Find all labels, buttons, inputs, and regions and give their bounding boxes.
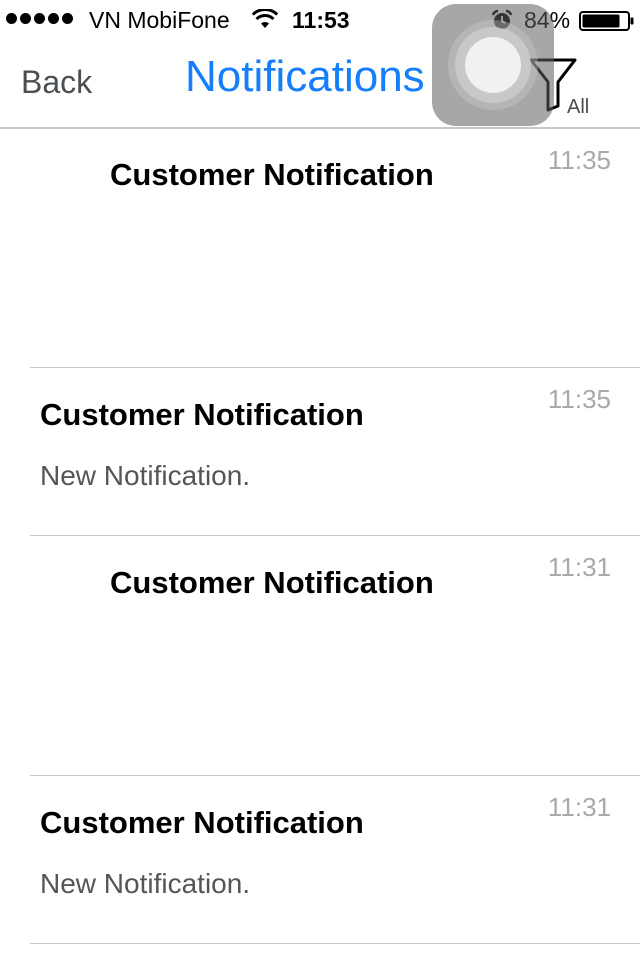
signal-strength-icon [6, 13, 73, 24]
notification-title: Customer Notification [110, 157, 434, 192]
filter-label: All [567, 96, 590, 118]
notification-item[interactable]: Customer Notification 11:31 New Notifica… [0, 776, 640, 944]
notification-item[interactable]: Customer Notification 11:35 [0, 129, 640, 368]
carrier-name: VN MobiFone [89, 7, 230, 33]
notification-title: Customer Notification [40, 805, 364, 840]
battery-icon [579, 11, 634, 31]
wifi-icon [252, 9, 278, 28]
notification-list: Customer Notification 11:35 Customer Not… [0, 129, 640, 944]
notification-title: Customer Notification [110, 565, 434, 600]
notification-title: Customer Notification [40, 397, 364, 432]
notification-body: New Notification. [40, 460, 251, 491]
notification-body: New Notification. [40, 868, 251, 899]
notification-item[interactable]: Customer Notification 11:31 [0, 536, 640, 776]
notification-time: 11:35 [547, 384, 611, 414]
divider [30, 943, 640, 944]
back-button[interactable]: Back [21, 64, 92, 101]
notification-time: 11:31 [547, 552, 611, 582]
notification-time: 11:31 [547, 792, 611, 822]
notification-item[interactable]: Customer Notification 11:35 New Notifica… [0, 368, 640, 536]
assistive-touch-button[interactable] [432, 4, 554, 126]
page-title: Notifications [185, 52, 425, 101]
status-time: 11:53 [292, 7, 350, 33]
notification-time: 11:35 [547, 145, 611, 175]
notifications-screen: VN MobiFone 11:53 84% Back Notifications [0, 0, 640, 960]
